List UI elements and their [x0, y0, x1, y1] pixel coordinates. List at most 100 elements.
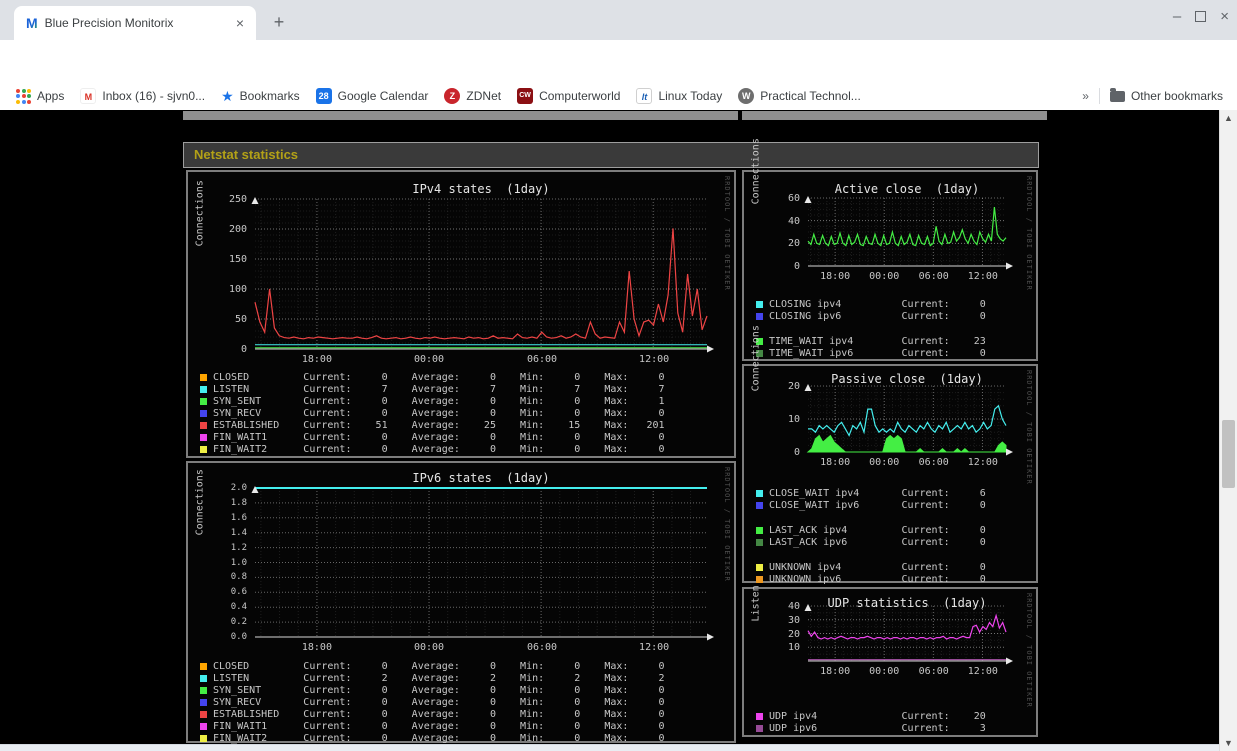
x-tick-label: 12:00	[967, 666, 998, 677]
chart-active-close[interactable]: Active close (1day) Connections 0 20 40 60 18:…	[744, 138, 1036, 359]
axis-right-arrow-icon	[1006, 448, 1013, 456]
y-tick-label: 50	[234, 314, 247, 325]
y-tick-label: 100	[228, 284, 247, 295]
zdnet-icon: Z	[444, 88, 461, 104]
legend-swatch	[200, 698, 207, 706]
legend-swatch	[756, 538, 763, 546]
monitorix-page: Netstat statistics IPv4 states (1day) Con…	[0, 110, 1219, 744]
wordpress-icon: W	[738, 88, 755, 104]
series-established	[254, 228, 708, 340]
minimize-button[interactable]: –	[1173, 8, 1181, 25]
y-tick-label: 10	[787, 642, 800, 654]
legend-text: CLOSE_WAIT ipv4 Current: 6	[769, 487, 986, 499]
chart-ipv6-states[interactable]: IPv6 states (1day) Connections 0.0 0.2 0.4 0.…	[188, 463, 734, 744]
vertical-scrollbar[interactable]: ▲ ▼	[1219, 110, 1237, 751]
y-tick-label: 0.4	[230, 602, 247, 613]
legend-swatch	[200, 710, 207, 718]
x-tick-label: 18:00	[301, 642, 332, 653]
legend-row: FIN_WAIT2 Current: 0 Average: 0 Min: 0 M…	[200, 443, 665, 455]
y-tick-label: 40	[787, 215, 800, 227]
y-tick-label: 0	[240, 344, 247, 355]
linux-today-icon: lt	[636, 88, 653, 104]
bookmark-apps[interactable]: Apps	[16, 88, 64, 104]
legend-row: LAST_ACK ipv4 Current: 0	[756, 524, 986, 536]
bookmark-google-calendar[interactable]: 28 Google Calendar	[315, 88, 429, 104]
horizontal-scrollbar[interactable]	[0, 744, 1219, 751]
bookmark-bookmarks[interactable]: ★ Bookmarks	[221, 88, 300, 105]
previous-section-edge	[183, 111, 738, 120]
legend-swatch	[200, 397, 207, 405]
legend-swatch	[756, 724, 763, 732]
plot-area	[804, 196, 1013, 270]
x-tick-label: 06:00	[918, 271, 949, 282]
legend-text: UNKNOWN ipv6 Current: 0	[769, 573, 986, 585]
legend-row: LISTEN Current: 7 Average: 7 Min: 7 Max:…	[200, 383, 665, 395]
chart-ipv4-states[interactable]: IPv4 states (1day) Connections 0 50 100 150 20…	[188, 172, 734, 456]
axis-right-arrow-icon	[707, 345, 714, 353]
x-tick-label: 00:00	[413, 642, 445, 653]
y-tick-label: 30	[787, 614, 800, 626]
bookmark-linux-today[interactable]: lt Linux Today	[636, 88, 722, 104]
maximize-button[interactable]	[1195, 11, 1207, 22]
legend-swatch	[200, 722, 207, 730]
scroll-up-arrow[interactable]: ▲	[1220, 113, 1237, 123]
scroll-down-arrow[interactable]: ▼	[1220, 738, 1237, 748]
plot-area	[804, 604, 1013, 665]
legend-text: TIME_WAIT ipv6 Current: 0	[769, 347, 986, 359]
legend-row: CLOSE_WAIT ipv6 Current: 0	[756, 499, 986, 511]
y-tick-label: 1.6	[230, 512, 247, 523]
x-tick-label: 12:00	[967, 271, 998, 282]
chart-udp-statistics[interactable]: UDP statistics (1day) Listen 10 20 30 40 18:00…	[744, 585, 1036, 735]
x-tick-label: 12:00	[639, 354, 670, 365]
plot-area	[251, 486, 714, 641]
bookmark-label: Google Calendar	[337, 89, 429, 103]
bookmark-inbox[interactable]: M Inbox (16) - sjvn0...	[80, 88, 205, 104]
bookmark-label: Other bookmarks	[1130, 89, 1223, 103]
x-tick-label: 18:00	[301, 354, 332, 365]
computerworld-icon: CW	[517, 88, 534, 104]
browser-tab[interactable]: M Blue Precision Monitorix ×	[14, 6, 256, 40]
x-tick-label: 18:00	[820, 666, 851, 677]
chart-title: IPv4 states (1day)	[412, 182, 550, 196]
legend-text: FIN_WAIT1 Current: 0 Average: 0 Min: 0 M…	[213, 720, 665, 732]
legend-swatch	[756, 712, 763, 720]
window-controls: – ×	[1173, 8, 1229, 25]
axis-right-arrow-icon	[1006, 262, 1013, 270]
y-tick-label: 20	[787, 238, 800, 250]
plot-area	[251, 197, 714, 353]
chart-passive-close[interactable]: Passive close (1day) Connections 0 10 20 18:0…	[744, 325, 1036, 585]
apps-grid-icon	[16, 88, 31, 104]
gmail-icon: M	[80, 88, 97, 104]
y-tick-label: 250	[228, 194, 247, 205]
x-tick-label: 12:00	[967, 457, 998, 468]
close-button[interactable]: ×	[1220, 8, 1229, 25]
x-tick-label: 00:00	[869, 271, 900, 282]
bookmark-zdnet[interactable]: Z ZDNet	[444, 88, 501, 104]
bookmark-label: Bookmarks	[239, 89, 300, 103]
y-tick-label: 0	[793, 261, 800, 272]
bookmark-label: Inbox (16) - sjvn0...	[102, 89, 206, 103]
legend-text: CLOSED Current: 0 Average: 0 Min: 0 Max:…	[213, 371, 665, 383]
legend-row: FIN_WAIT2 Current: 0 Average: 0 Min: 0 M…	[200, 732, 665, 744]
bookmarks-bar: Apps M Inbox (16) - sjvn0... ★ Bookmarks…	[0, 82, 1237, 110]
new-tab-button[interactable]: +	[266, 10, 292, 36]
legend-text: UDP ipv6 Current: 3	[769, 722, 986, 734]
tab-close-icon[interactable]: ×	[232, 15, 248, 31]
other-bookmarks[interactable]: Other bookmarks	[1109, 87, 1223, 103]
legend-swatch	[200, 686, 207, 694]
bookmark-computerworld[interactable]: CW Computerworld	[517, 88, 620, 104]
legend-text: CLOSING ipv6 Current: 0	[769, 310, 986, 322]
legend-swatch	[200, 409, 207, 417]
bookmark-practical-technology[interactable]: W Practical Technol...	[738, 88, 861, 104]
y-tick-label: 150	[228, 254, 247, 265]
x-tick-label: 18:00	[820, 271, 851, 282]
bookmark-label: ZDNet	[466, 89, 502, 103]
legend-text: LISTEN Current: 2 Average: 2 Min: 2 Max:…	[213, 672, 665, 684]
bookmarks-overflow-chevron[interactable]: »	[1082, 89, 1089, 103]
y-tick-label: 1.0	[230, 557, 247, 568]
legend-swatch	[200, 734, 207, 742]
x-tick-label: 06:00	[918, 457, 949, 468]
y-tick-label: 200	[228, 224, 247, 235]
x-tick-label: 06:00	[918, 666, 949, 677]
scrollbar-thumb[interactable]	[1222, 420, 1235, 488]
